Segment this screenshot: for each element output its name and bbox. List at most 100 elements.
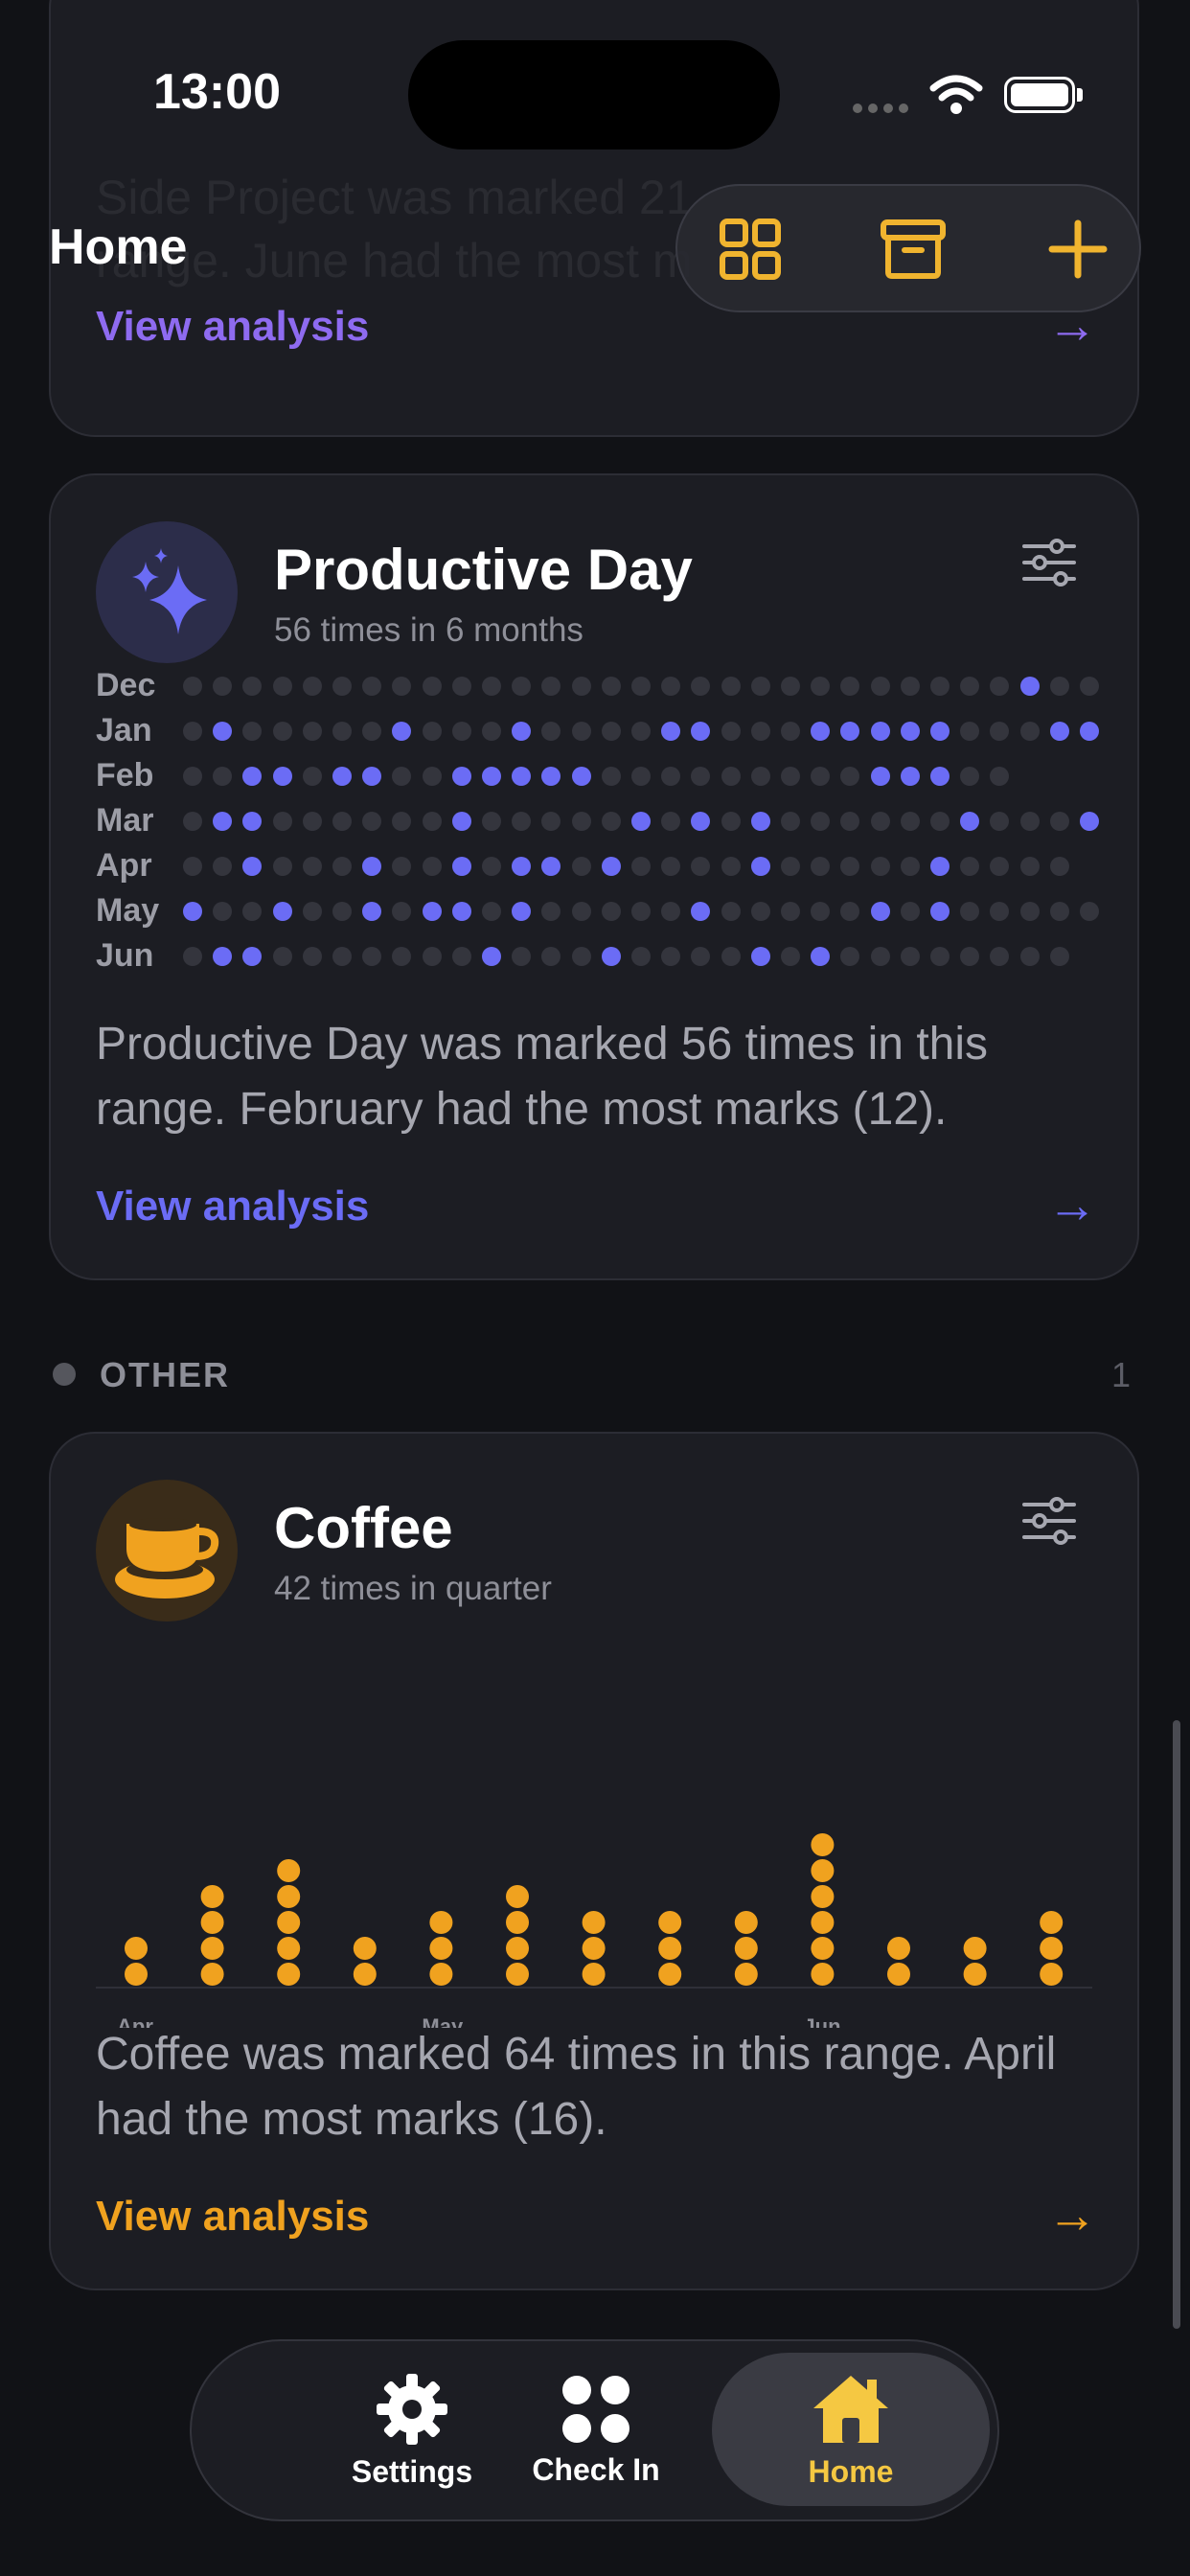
day-dot	[750, 902, 770, 921]
tab-check-in[interactable]: Check In	[481, 2341, 711, 2519]
day-dot	[332, 902, 352, 921]
day-dot	[541, 722, 561, 741]
chart-dot-apr-w3	[277, 1911, 301, 1934]
sparkles-icon	[132, 548, 207, 634]
chart-dot-jun-w4	[1040, 1911, 1064, 1934]
chart-dot-may-w3	[582, 1911, 606, 1934]
day-dot	[183, 947, 202, 966]
habit-title: Coffee	[274, 1496, 453, 1560]
day-dot	[661, 677, 681, 696]
day-dot	[1049, 857, 1069, 876]
day-dot	[661, 857, 681, 876]
chart-dot-may-w3	[582, 1963, 606, 1986]
day-dot	[661, 947, 681, 966]
coffee-card[interactable]: Coffee 42 times in quarter Apr May Jun Cof…	[49, 1432, 1139, 2290]
arrow-right-icon[interactable]: →	[1047, 1177, 1097, 1234]
archive-button[interactable]	[877, 213, 950, 286]
chart-dot-apr-w2	[200, 1911, 224, 1934]
day-dot	[990, 857, 1010, 876]
view-analysis-link[interactable]: View analysis	[96, 2193, 369, 2241]
day-dot	[1019, 902, 1040, 921]
day-dot	[183, 767, 202, 786]
day-dot-marked	[750, 812, 770, 831]
grid-view-button[interactable]	[714, 213, 787, 286]
day-dot-marked	[870, 902, 890, 921]
day-dot	[571, 902, 591, 921]
day-dot	[1049, 812, 1069, 831]
chart-dot-jun-w4	[1040, 1963, 1064, 1986]
chart-dot-jun-w1	[811, 1911, 835, 1934]
arrow-right-icon[interactable]: →	[1047, 2187, 1097, 2244]
day-dot	[781, 722, 800, 741]
day-dot	[272, 812, 292, 831]
add-button[interactable]	[1041, 213, 1114, 286]
productive-day-card[interactable]: Productive Day 56 times in 6 months Dec J…	[49, 473, 1139, 1280]
day-dot	[960, 767, 980, 786]
habit-title: Productive Day	[274, 538, 693, 602]
day-dot-marked	[870, 767, 890, 786]
day-dot	[631, 857, 651, 876]
day-dot	[1049, 947, 1069, 966]
tab-label: Settings	[351, 2453, 473, 2489]
day-dot	[183, 857, 202, 876]
day-dot-marked	[900, 722, 920, 741]
day-dot	[512, 677, 532, 696]
day-dot	[840, 677, 860, 696]
day-dot	[302, 902, 322, 921]
day-dot	[750, 677, 770, 696]
day-dot	[1019, 947, 1040, 966]
scrollbar[interactable]	[1173, 1720, 1180, 2329]
day-dot-marked	[213, 722, 233, 741]
filter-settings-button[interactable]	[1022, 539, 1076, 591]
day-dot	[750, 722, 770, 741]
chart-dot-jun-w1	[811, 1937, 835, 1960]
day-dot-marked	[811, 947, 831, 966]
day-dot-marked	[870, 722, 890, 741]
day-dot	[900, 677, 920, 696]
battery-icon	[1004, 77, 1075, 113]
day-dot	[721, 767, 741, 786]
day-dot	[811, 902, 831, 921]
tab-home[interactable]: Home	[736, 2341, 966, 2519]
day-dot-marked	[541, 857, 561, 876]
day-dot-marked	[213, 812, 233, 831]
day-dot	[422, 677, 442, 696]
day-dot	[960, 722, 980, 741]
tab-label: Check In	[532, 2451, 660, 2487]
day-dot	[302, 677, 322, 696]
day-dot	[781, 677, 800, 696]
day-dot	[392, 812, 412, 831]
day-dot	[332, 722, 352, 741]
day-dot	[601, 812, 621, 831]
view-analysis-link[interactable]: View analysis	[96, 303, 369, 351]
day-dot	[571, 857, 591, 876]
chart-dot-may-w4	[658, 1937, 682, 1960]
view-analysis-link[interactable]: View analysis	[96, 1183, 369, 1230]
day-dot	[422, 947, 442, 966]
day-dot	[721, 947, 741, 966]
day-dot-marked	[242, 767, 263, 786]
house-icon	[813, 2375, 888, 2443]
day-dot	[661, 902, 681, 921]
chart-dot-jun-w1	[811, 1833, 835, 1856]
day-dot-marked	[451, 812, 471, 831]
archive-icon	[881, 219, 946, 279]
battery-tip	[1077, 88, 1083, 102]
day-dot	[691, 857, 711, 876]
day-dot-marked	[811, 722, 831, 741]
day-dot-marked	[930, 767, 950, 786]
day-dot-marked	[691, 902, 711, 921]
day-dot	[213, 902, 233, 921]
chart-dot-may-w5	[734, 1911, 758, 1934]
day-dot	[990, 722, 1010, 741]
wifi-icon	[929, 75, 983, 114]
chart-dot-may-w4	[658, 1963, 682, 1986]
day-dot	[242, 902, 263, 921]
chart-dot-apr-w3	[277, 1963, 301, 1986]
day-dot	[631, 947, 651, 966]
filter-settings-button[interactable]	[1022, 1497, 1076, 1550]
day-dot-marked	[482, 947, 501, 966]
grid-icon	[720, 218, 781, 280]
day-dot-marked	[512, 857, 532, 876]
toolbar	[675, 184, 1141, 312]
